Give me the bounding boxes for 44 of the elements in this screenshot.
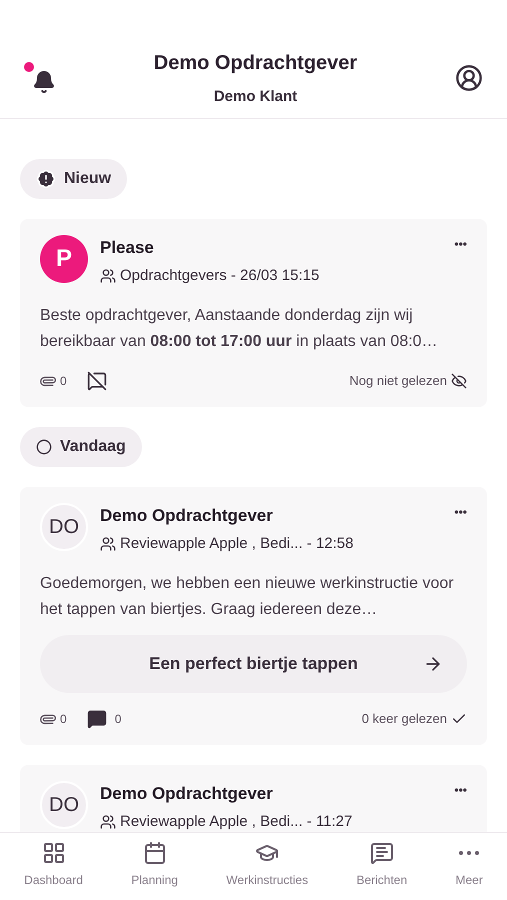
grid-icon [42,841,66,865]
section-label: Nieuw [64,169,112,189]
user-account-icon[interactable] [455,64,483,92]
recipients-text: Opdrachtgevers - 26/03 15:15 [120,266,320,286]
header-subtitle: Demo Klant [214,86,298,107]
comment-count: 0 [114,711,122,728]
avatar: DO [40,781,88,829]
message-card[interactable]: DO Demo Opdrachtgever Reviewapple Apple , Bedi... - 11:27 ••• [20,765,487,832]
nav-tab[interactable]: Dashboard [24,841,83,889]
nav-tab[interactable]: Berichten [356,841,408,889]
group-icon [100,268,116,284]
attachment-count: 0 [60,373,67,390]
ellipsis-icon [459,851,480,855]
message-icon [370,841,394,865]
message-body: Goedemorgen, we hebben een nieuwe werkinstructie voor het tappen van biertjes. Graag iedereen deze… [40,574,455,620]
more-button[interactable]: ••• [454,503,467,521]
calendar-icon [142,841,167,865]
header-title: Demo Opdrachtgever [154,50,358,76]
sender-name: Demo Opdrachtgever [100,505,274,527]
read-status: 0 keer gelezen [362,710,447,728]
read-status: Nog niet gelezen [349,372,447,390]
nav-tab[interactable]: Planning [131,841,178,889]
instruction-link-button[interactable]: Een perfect biertje tappen [40,635,467,693]
bell-icon [32,70,56,94]
more-button[interactable]: ••• [454,235,467,253]
more-button[interactable]: ••• [454,781,467,799]
group-icon [100,814,116,830]
avatar: P [40,235,88,283]
nav-tab[interactable]: Meer [455,841,483,889]
avatar: DO [40,503,88,551]
alert-badge-icon [36,169,56,189]
message-card[interactable] [20,487,487,745]
message-card[interactable]: P Please Opdrachtgevers - 26/03 15:15 ••• Beste opdrachtgever, Aanstaande donderdag zijn wij bereikbaar van 08:00 tot 17:00 uur in plaats van 08:0… 0 Nog niet gelezen [20,219,487,407]
attachment-count: 0 [60,711,67,728]
recipients-text: Reviewapple Apple , Bedi... - 11:27 [120,812,352,832]
sender-name: Please [100,237,155,259]
section-label: Vandaag [60,437,126,457]
group-icon [100,536,116,552]
nav-tab[interactable]: Werkinstructies [226,841,308,889]
recipients-text: Reviewapple Apple , Bedi... - 12:58 [120,534,354,554]
sender-name: Demo Opdrachtgever [100,783,274,805]
notifications-button[interactable] [24,62,56,94]
message-body: Beste opdrachtgever, Aanstaande donderdag zijn wij bereikbaar van 08:00 tot 17:00 uur in plaats van 08:0… [40,306,439,352]
circle-icon [36,439,52,455]
